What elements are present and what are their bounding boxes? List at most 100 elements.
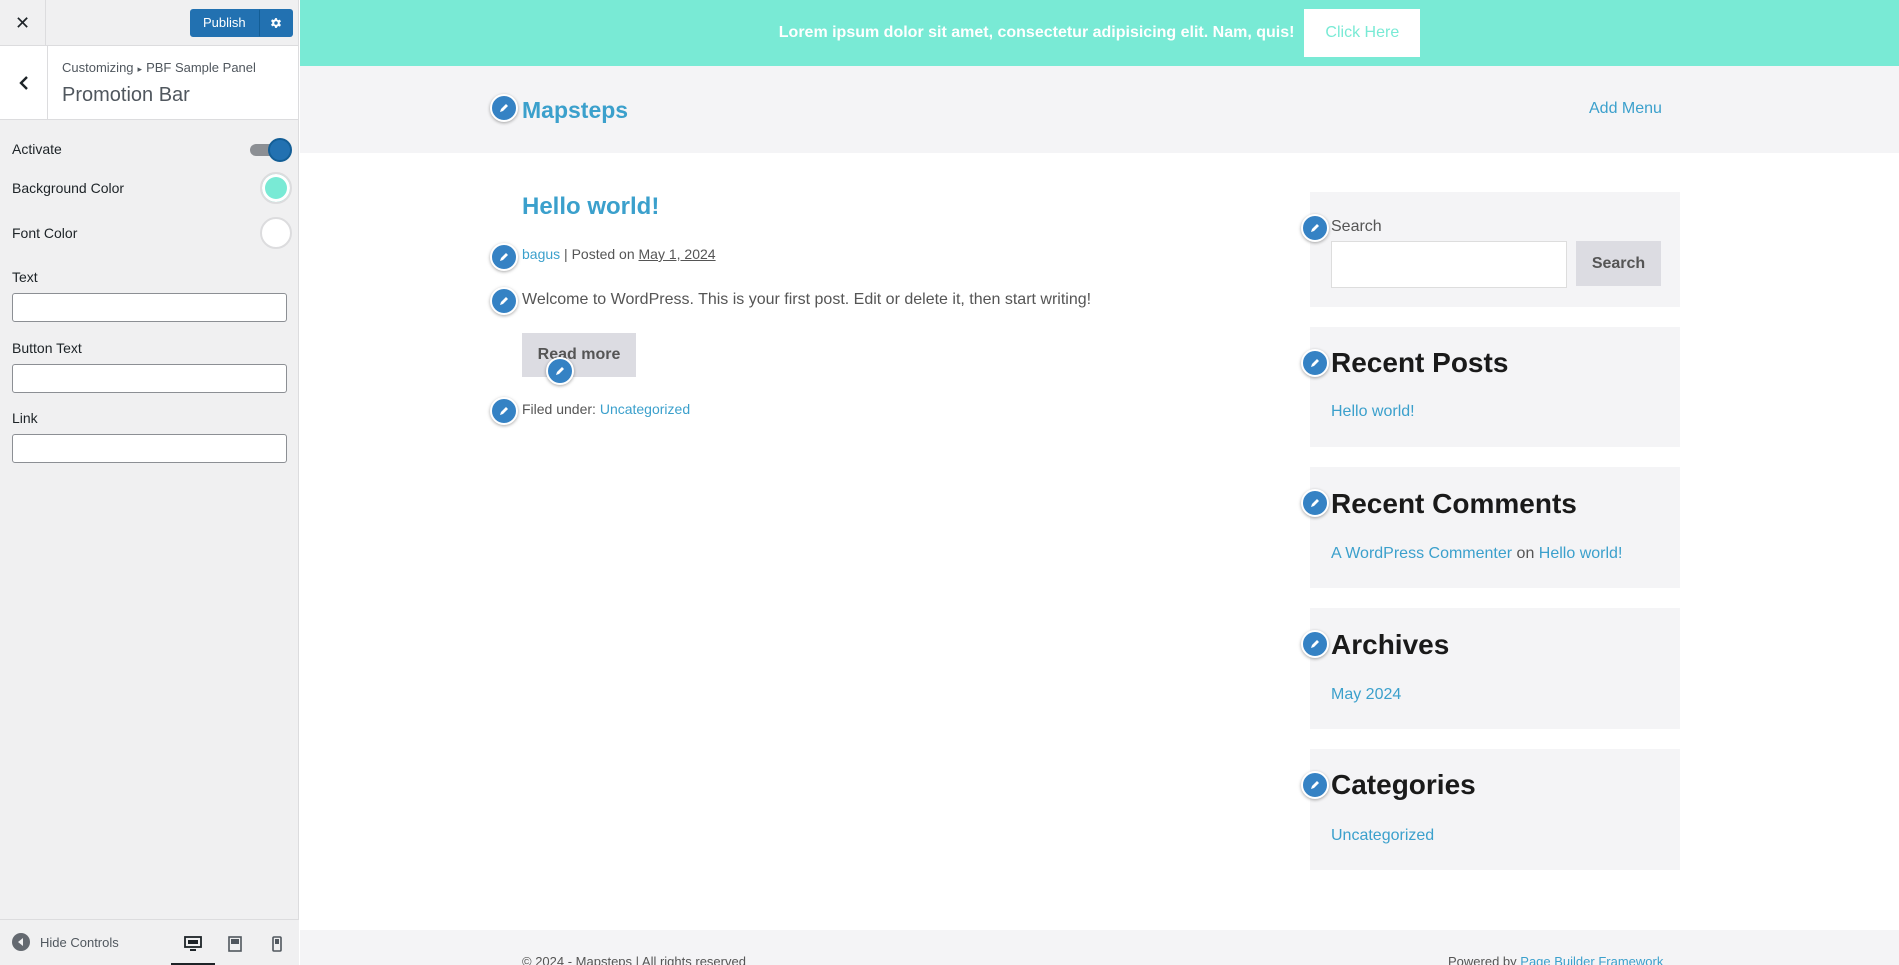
archives-title: Archives [1331,629,1450,660]
background-color-label: Background Color [12,180,125,196]
post-author-link[interactable]: bagus [522,246,560,262]
edit-shortcut-categories[interactable] [1301,771,1329,799]
font-color-control: Font Color [12,217,292,249]
customizer-footer: Hide Controls [0,919,299,965]
button-text-input[interactable] [12,364,287,393]
chevron-left-icon [18,75,28,90]
pencil-icon [1311,359,1319,367]
edit-shortcut-recent-posts[interactable] [1301,349,1329,377]
post-categories: Filed under: Uncategorized [522,401,690,417]
categories-widget: Categories Uncategorized [1310,749,1680,870]
powered-by: Powered by Page Builder Framework [1448,954,1663,965]
post-title[interactable]: Hello world! [522,193,659,221]
edit-shortcut-archives[interactable] [1301,630,1329,658]
pencil-icon [500,104,508,112]
gear-icon [270,18,281,28]
recent-comments-title: Recent Comments [1331,488,1577,519]
activate-control: Activate [12,138,292,162]
breadcrumb-panel: PBF Sample Panel [146,60,256,75]
close-customizer-button[interactable]: ✕ [0,0,46,46]
button-text-field-label: Button Text [12,340,82,356]
promo-text-input[interactable] [12,293,287,322]
link-field-label: Link [12,410,38,426]
preview-mobile-button[interactable] [259,928,295,960]
pencil-icon [1311,224,1319,232]
section-title-bar: Customizing ▸ PBF Sample Panel Promotion B… [0,46,298,120]
mobile-icon [272,936,282,952]
pencil-icon [1311,640,1319,648]
archives-widget: Archives May 2024 [1310,608,1680,729]
commenter-link[interactable]: A WordPress Commenter [1331,545,1512,562]
publish-settings-button[interactable] [258,9,293,37]
comment-on-text: on [1516,545,1535,562]
breadcrumb: Customizing ▸ PBF Sample Panel [62,60,256,75]
background-color-swatch[interactable] [260,172,292,204]
add-menu-link[interactable]: Add Menu [1589,100,1662,118]
promotion-bar: Lorem ipsum dolor sit amet, consectetur … [300,0,1899,66]
edit-shortcut-recent-comments[interactable] [1301,489,1329,517]
copyright-text: © 2024 - Mapsteps | All rights reserved [522,954,746,965]
archive-link[interactable]: May 2024 [1331,686,1401,704]
activate-label: Activate [12,141,62,157]
pencil-icon [556,367,564,375]
comment-post-link[interactable]: Hello world! [1539,545,1623,562]
search-button[interactable]: Search [1576,241,1661,286]
post-meta: bagus | Posted on May 1, 2024 [522,246,716,262]
breadcrumb-root: Customizing [62,60,134,75]
edit-shortcut-search-widget[interactable] [1301,214,1329,242]
pencil-icon [500,407,508,415]
section-title: Promotion Bar [62,84,190,106]
post-excerpt: Welcome to WordPress. This is your first… [522,291,1092,308]
edit-shortcut-read-more[interactable] [546,357,574,385]
powered-by-text: Powered by [1448,954,1517,965]
back-button[interactable] [0,46,48,119]
breadcrumb-separator: ▸ [137,64,143,74]
site-footer: © 2024 - Mapsteps | All rights reserved … [300,930,1899,965]
edit-shortcut-site-title[interactable] [490,94,518,122]
hide-controls-label: Hide Controls [40,934,119,950]
site-header: Mapsteps Add Menu [300,66,1899,153]
preview-desktop-button[interactable] [171,928,215,965]
activate-toggle[interactable] [250,138,292,162]
recent-comment-item: A WordPress Commenter on Hello world! [1331,545,1622,563]
categories-title: Categories [1331,769,1476,800]
customizer-sidebar: ✕ Publish Customizing ▸ PBF Sample Panel P… [0,0,299,965]
hide-controls-button[interactable]: Hide Controls [12,933,119,951]
background-color-control: Background Color [12,172,292,204]
link-input[interactable] [12,434,287,463]
site-preview: Lorem ipsum dolor sit amet, consectetur … [300,0,1899,965]
recent-comments-widget: Recent Comments A WordPress Commenter on… [1310,467,1680,588]
publish-group: Publish [190,9,293,37]
read-more-button[interactable]: Read more [522,333,636,377]
edit-shortcut-post-footer[interactable] [490,397,518,425]
publish-button[interactable]: Publish [190,9,259,37]
recent-post-link[interactable]: Hello world! [1331,403,1415,421]
search-input[interactable] [1331,241,1567,288]
preview-tablet-button[interactable] [217,928,253,960]
recent-posts-widget: Recent Posts Hello world! [1310,327,1680,447]
close-icon: ✕ [14,12,31,33]
tablet-icon [228,936,242,952]
posted-on-text: | Posted on [564,246,635,262]
category-widget-link[interactable]: Uncategorized [1331,827,1434,845]
search-label: Search [1331,218,1382,235]
pencil-icon [1311,781,1319,789]
text-field-label: Text [12,269,38,285]
font-color-label: Font Color [12,225,78,241]
toggle-knob [268,138,292,162]
search-widget: Search Search [1310,192,1680,307]
powered-by-link[interactable]: Page Builder Framework [1520,954,1663,965]
customizer-header: ✕ Publish [0,0,298,46]
pencil-icon [500,253,508,261]
site-title[interactable]: Mapsteps [522,97,628,124]
filed-under-label: Filed under: [522,401,596,417]
edit-shortcut-post-excerpt[interactable] [490,287,518,315]
promo-button[interactable]: Click Here [1304,9,1421,57]
post-date-link[interactable]: May 1, 2024 [639,246,716,262]
category-link[interactable]: Uncategorized [600,401,690,417]
pencil-icon [1311,499,1319,507]
desktop-icon [184,936,202,951]
collapse-icon [12,933,30,951]
edit-shortcut-post-meta[interactable] [490,243,518,271]
font-color-swatch[interactable] [260,217,292,249]
